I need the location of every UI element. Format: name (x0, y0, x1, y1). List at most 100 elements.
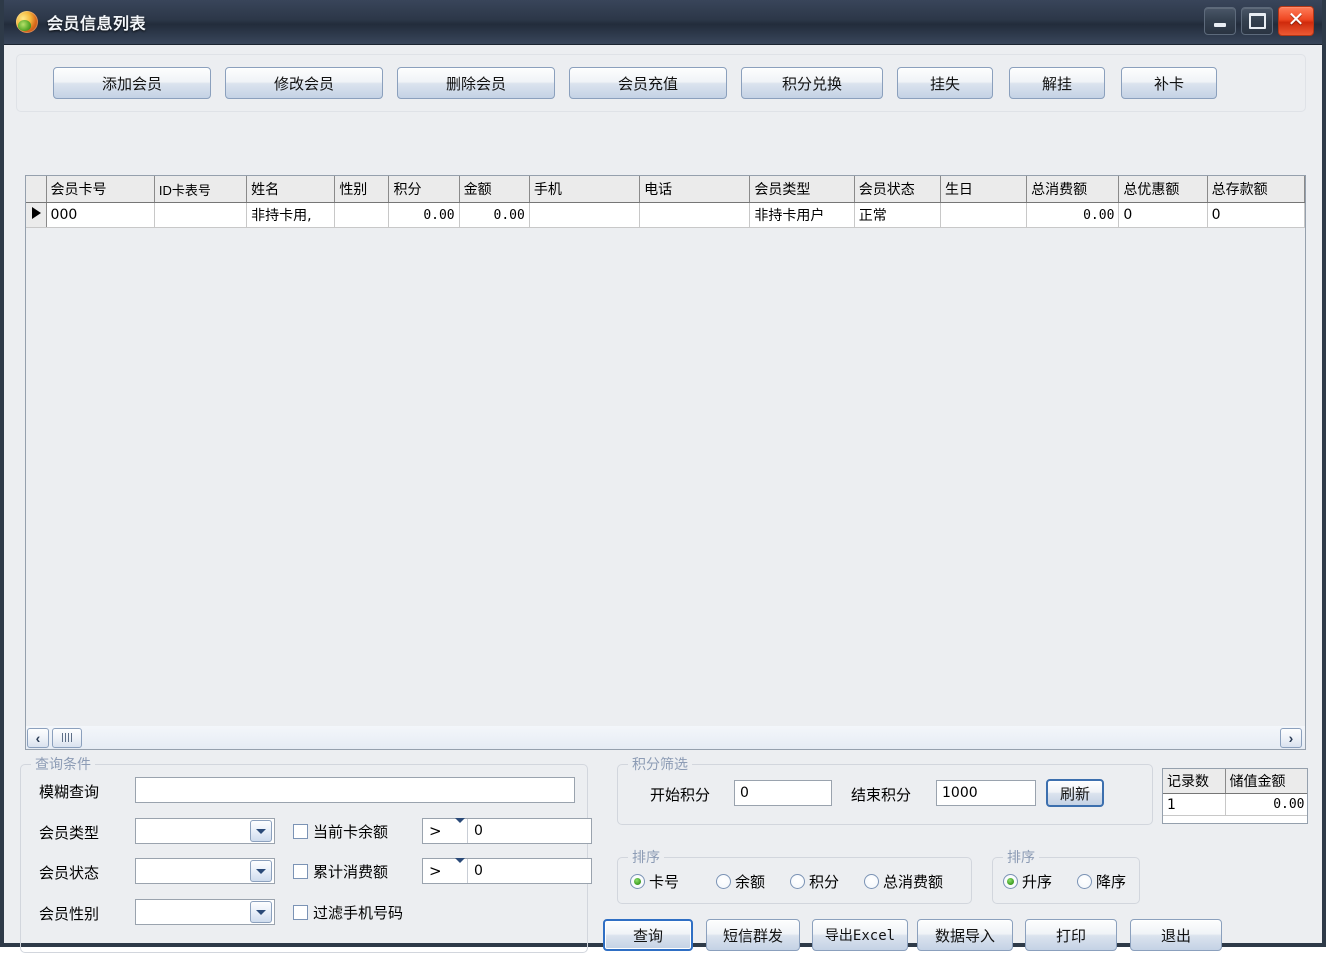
column-header-total-deposit[interactable]: 总存款额 (1207, 176, 1306, 203)
scroll-left-button[interactable]: ‹ (27, 727, 49, 748)
recharge-button[interactable]: 会员充值 (569, 67, 727, 99)
member-gender-select[interactable] (135, 899, 275, 925)
cell-name[interactable]: 非持卡用, (246, 202, 336, 228)
start-points-input[interactable]: 0 (734, 780, 832, 806)
cell-id-card-no[interactable] (154, 202, 248, 228)
radio-icon[interactable] (864, 874, 879, 889)
row-selector-cell[interactable] (26, 202, 47, 228)
cell-amount[interactable]: 0.00 (459, 202, 530, 228)
balance-operator-value: > (429, 822, 442, 840)
fuzzy-query-input[interactable] (135, 777, 575, 803)
chevron-down-icon[interactable] (250, 820, 272, 842)
cell-card-no[interactable]: 000 (46, 202, 155, 228)
balance-operator-chevron-down-icon[interactable] (455, 818, 465, 839)
points-exchange-button[interactable]: 积分兑换 (741, 67, 883, 99)
cell-member-status[interactable]: 正常 (854, 202, 941, 228)
scroll-right-button[interactable]: › (1280, 727, 1302, 748)
summary-value-stored-value: 0.00 (1225, 793, 1307, 816)
sort-option-card-no[interactable]: 卡号 (630, 871, 679, 892)
add-member-button[interactable]: 添加会员 (53, 67, 211, 99)
sort-option-total-consume[interactable]: 总消费额 (864, 871, 943, 892)
cell-total-deposit[interactable]: 0 (1207, 202, 1306, 228)
end-points-input[interactable]: 1000 (936, 780, 1036, 806)
column-header-member-type[interactable]: 会员类型 (749, 176, 855, 203)
chevron-down-icon[interactable] (250, 860, 272, 882)
refresh-button[interactable]: 刷新 (1046, 779, 1104, 807)
balance-filter-checkbox-row[interactable]: 当前卡余额 (293, 821, 388, 842)
title-bar: 会员信息列表 ✕ (4, 0, 1322, 45)
radio-icon[interactable] (630, 874, 645, 889)
import-data-button[interactable]: 数据导入 (917, 919, 1013, 951)
column-header-phone[interactable]: 电话 (639, 176, 751, 203)
start-points-label: 开始积分 (650, 787, 711, 804)
close-button[interactable]: ✕ (1278, 6, 1314, 36)
cell-total-discount[interactable]: 0 (1118, 202, 1208, 228)
report-loss-button[interactable]: 挂失 (897, 67, 993, 99)
radio-icon[interactable] (716, 874, 731, 889)
bulk-sms-button[interactable]: 短信群发 (706, 919, 800, 951)
cell-birthday[interactable] (940, 202, 1028, 228)
summary-value-record-count: 1 (1163, 793, 1226, 816)
column-header-total-consume[interactable]: 总消费额 (1026, 176, 1120, 203)
edit-member-button[interactable]: 修改会员 (225, 67, 383, 99)
cell-phone[interactable] (639, 202, 751, 228)
column-header-points[interactable]: 积分 (388, 176, 460, 203)
cell-member-type[interactable]: 非持卡用户 (749, 202, 855, 228)
end-points-label: 结束积分 (851, 787, 912, 804)
column-header-card-no[interactable]: 会员卡号 (46, 176, 155, 203)
maximize-button[interactable] (1241, 7, 1273, 35)
column-header-mobile[interactable]: 手机 (529, 176, 641, 203)
scrollbar-track[interactable] (82, 728, 1305, 748)
fuzzy-query-label: 模糊查询 (39, 784, 100, 801)
filter-phone-checkbox[interactable] (293, 905, 308, 920)
consume-condition-row[interactable]: > 0 (422, 858, 592, 884)
member-data-grid[interactable]: 会员卡号 ID卡表号 姓名 性别 积分 金额 手机 电话 会员类型 会员状态 生… (25, 175, 1306, 750)
column-header-id-card-no[interactable]: ID卡表号 (154, 176, 248, 203)
column-header-name[interactable]: 姓名 (246, 176, 336, 203)
points-filter-legend: 积分筛选 (628, 754, 692, 774)
member-type-select[interactable] (135, 818, 275, 844)
exit-button[interactable]: 退出 (1130, 919, 1222, 951)
balance-value-input[interactable]: 0 (467, 819, 591, 843)
sort-direction-ascending[interactable]: 升序 (1003, 871, 1052, 892)
sort-option-points[interactable]: 积分 (790, 871, 839, 892)
filter-phone-checkbox-row[interactable]: 过滤手机号码 (293, 902, 403, 923)
minimize-button[interactable] (1204, 7, 1236, 35)
sort-direction-descending[interactable]: 降序 (1077, 871, 1126, 892)
radio-icon[interactable] (790, 874, 805, 889)
sort-field-group: 排序 卡号 余额 积分 总消费额 (617, 847, 972, 904)
delete-member-button[interactable]: 删除会员 (397, 67, 555, 99)
member-status-select[interactable] (135, 858, 275, 884)
column-header-amount[interactable]: 金额 (459, 176, 530, 203)
consume-value-input[interactable]: 0 (467, 859, 591, 883)
sort-direction-descending-label: 降序 (1096, 874, 1127, 891)
balance-condition-row[interactable]: > 0 (422, 818, 592, 844)
radio-icon[interactable] (1077, 874, 1092, 889)
consume-filter-checkbox[interactable] (293, 864, 308, 879)
export-excel-button[interactable]: 导出Excel (812, 919, 908, 951)
query-conditions-legend: 查询条件 (31, 754, 95, 774)
column-header-member-status[interactable]: 会员状态 (854, 176, 941, 203)
table-row[interactable]: 000 非持卡用, 0.00 0.00 非持卡用户 正常 0.00 0 0 (26, 202, 1306, 228)
scrollbar-thumb[interactable] (52, 727, 82, 748)
reissue-card-button[interactable]: 补卡 (1121, 67, 1217, 99)
cancel-loss-button[interactable]: 解挂 (1009, 67, 1105, 99)
balance-filter-checkbox[interactable] (293, 824, 308, 839)
column-header-total-discount[interactable]: 总优惠额 (1118, 176, 1208, 203)
sort-option-balance[interactable]: 余额 (716, 871, 765, 892)
member-list-window: 会员信息列表 ✕ 添加会员 修改会员 删除会员 会员充值 积分兑换 挂失 解挂 … (0, 0, 1326, 953)
chevron-down-icon[interactable] (250, 901, 272, 923)
cell-points[interactable]: 0.00 (388, 202, 460, 228)
radio-icon[interactable] (1003, 874, 1018, 889)
print-button[interactable]: 打印 (1025, 919, 1117, 951)
consume-operator-chevron-down-icon[interactable] (455, 858, 465, 879)
search-button[interactable]: 查询 (603, 919, 693, 951)
column-header-birthday[interactable]: 生日 (940, 176, 1028, 203)
cell-mobile[interactable] (529, 202, 641, 228)
sort-option-card-no-label: 卡号 (649, 874, 680, 891)
cell-total-consume[interactable]: 0.00 (1026, 202, 1120, 228)
consume-filter-checkbox-row[interactable]: 累计消费额 (293, 861, 388, 882)
grid-horizontal-scrollbar[interactable]: ‹ › (25, 726, 1306, 750)
cell-gender[interactable] (334, 202, 390, 228)
column-header-gender[interactable]: 性别 (334, 176, 390, 203)
